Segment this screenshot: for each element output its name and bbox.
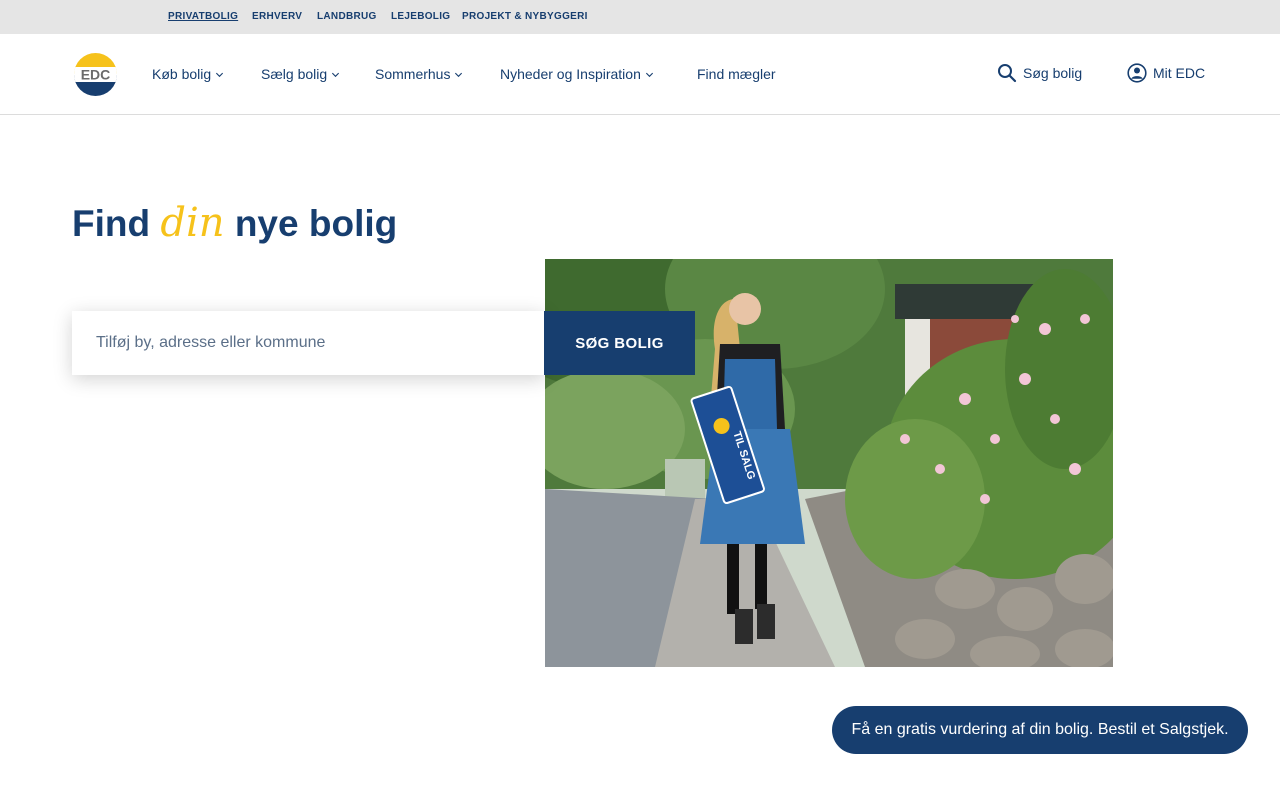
- segment-link-privatbolig[interactable]: PRIVATBOLIG: [168, 11, 238, 22]
- segment-link-lejebolig[interactable]: LEJEBOLIG: [391, 11, 450, 22]
- chevron-down-icon: [645, 72, 653, 77]
- chevron-down-icon: [216, 72, 224, 77]
- nav-item-label: Køb bolig: [152, 66, 212, 82]
- title-suffix: nye bolig: [234, 203, 398, 244]
- my-edc-link[interactable]: Mit EDC: [1127, 63, 1205, 83]
- nav-item-label: Nyheder og Inspiration: [500, 66, 641, 82]
- nav-item-nyheder-inspiration[interactable]: Nyheder og Inspiration: [500, 66, 654, 82]
- segment-link-projekt-nybyggeri[interactable]: PROJEKT & NYBYGGERI: [462, 11, 588, 22]
- user-account-icon: [1127, 63, 1147, 83]
- nav-item-sommerhus[interactable]: Sommerhus: [375, 66, 463, 82]
- title-accent: din: [160, 200, 225, 246]
- search-home-label: Søg bolig: [1023, 65, 1083, 81]
- valuation-cta-label: Få en gratis vurdering af din bolig. Bes…: [851, 721, 1229, 738]
- search-icon: [998, 64, 1017, 83]
- chevron-down-icon: [332, 72, 340, 77]
- segment-link-erhverv[interactable]: ERHVERV: [252, 11, 302, 22]
- logo-text: EDC: [81, 67, 111, 83]
- chevron-down-icon: [455, 72, 463, 77]
- search-button[interactable]: SØG BOLIG: [544, 311, 695, 375]
- page-title: Find din nye bolig: [72, 200, 397, 246]
- title-prefix: Find: [72, 203, 151, 244]
- my-edc-label: Mit EDC: [1153, 65, 1206, 81]
- nav-item-label: Sælg bolig: [261, 66, 328, 82]
- segment-bar: PRIVATBOLIG ERHVERV LANDBRUG LEJEBOLIG P…: [0, 0, 1280, 34]
- nav-item-saelg-bolig[interactable]: Sælg bolig: [261, 66, 340, 82]
- valuation-cta-button[interactable]: Få en gratis vurdering af din bolig. Bes…: [832, 706, 1248, 754]
- nav-item-find-maegler[interactable]: Find mægler: [697, 66, 776, 82]
- nav-item-kob-bolig[interactable]: Køb bolig: [152, 66, 224, 82]
- nav-item-label: Find mægler: [697, 66, 776, 82]
- search-box: [72, 311, 545, 375]
- main-header: EDC Køb bolig Sælg bolig Sommerhus Nyhed…: [0, 34, 1280, 115]
- edc-logo[interactable]: EDC: [74, 53, 117, 96]
- search-home-link[interactable]: Søg bolig: [997, 63, 1082, 83]
- nav-item-label: Sommerhus: [375, 66, 451, 82]
- segment-link-landbrug[interactable]: LANDBRUG: [317, 11, 377, 22]
- search-input[interactable]: [72, 311, 545, 375]
